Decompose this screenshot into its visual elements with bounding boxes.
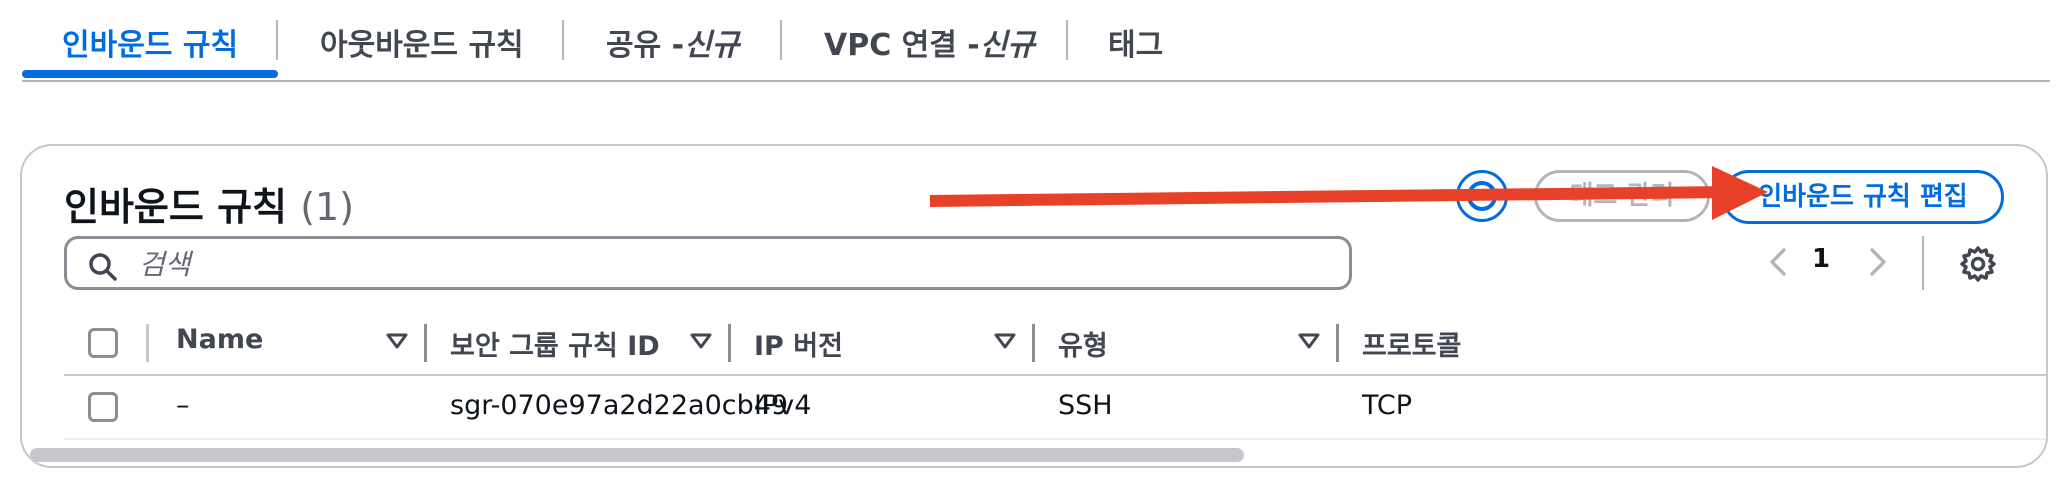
gear-icon[interactable] — [1958, 244, 1998, 284]
tab-divider — [780, 20, 782, 60]
cell-name: – — [176, 390, 190, 421]
column-resizer[interactable] — [424, 324, 427, 362]
tab-divider — [276, 20, 278, 60]
column-header-rule-id[interactable]: 보안 그룹 규칙 ID — [450, 324, 660, 363]
active-tab-indicator — [22, 70, 278, 78]
column-resizer[interactable] — [1032, 324, 1035, 362]
cell-rule-id: sgr-070e97a2d22a0cb49 — [450, 390, 789, 421]
select-all-checkbox[interactable] — [88, 328, 118, 358]
tab-vpc-association[interactable]: VPC 연결 -신규 — [824, 20, 1035, 64]
tab-inbound-rules[interactable]: 인바운드 규칙 — [62, 20, 238, 64]
rule-count: (1) — [300, 185, 355, 229]
panel-title: 인바운드 규칙 (1) — [64, 176, 354, 231]
column-divider — [146, 324, 149, 362]
tab-vpc-label: VPC 연결 - — [824, 28, 980, 63]
tab-tags[interactable]: 태그 — [1108, 20, 1163, 64]
cell-type: SSH — [1058, 390, 1113, 421]
cell-ip-version: IPv4 — [754, 390, 812, 421]
tab-sharing[interactable]: 공유 -신규 — [606, 20, 739, 64]
row-select-checkbox[interactable] — [88, 392, 118, 422]
column-header-protocol[interactable]: 프로토콜 — [1362, 324, 1461, 363]
refresh-button[interactable] — [1456, 170, 1508, 222]
column-resizer[interactable] — [1336, 324, 1339, 362]
search-icon — [89, 253, 117, 281]
column-resizer[interactable] — [728, 324, 731, 362]
panel-title-text: 인바운드 규칙 — [64, 185, 287, 229]
search-input[interactable] — [137, 243, 1321, 285]
edit-inbound-rules-button[interactable]: 인바운드 규칙 편집 — [1722, 170, 2004, 224]
sort-down-icon[interactable] — [994, 332, 1016, 350]
new-label: 신규 — [979, 28, 1035, 63]
tab-bar: 인바운드 규칙 아웃바운드 규칙 공유 -신규 VPC 연결 -신규 태그 — [22, 0, 2050, 82]
cell-protocol: TCP — [1362, 390, 1413, 421]
new-label: 신규 — [684, 28, 740, 63]
sort-down-icon[interactable] — [386, 332, 408, 350]
sort-down-icon[interactable] — [1298, 332, 1320, 350]
table-header: Name 보안 그룹 규칙 ID IP 버전 유형 프로토콜 — [64, 312, 2046, 376]
inbound-rules-panel: 인바운드 규칙 (1) 태그 관리 인바운드 규칙 편집 1 Name 보안 그… — [20, 144, 2048, 468]
refresh-icon — [1467, 181, 1497, 211]
previous-page-icon[interactable] — [1764, 242, 1794, 282]
scrollbar-thumb[interactable] — [30, 448, 1244, 462]
search-field[interactable] — [64, 236, 1352, 290]
sort-down-icon[interactable] — [690, 332, 712, 350]
manage-tags-button[interactable]: 태그 관리 — [1534, 170, 1710, 222]
column-header-name[interactable]: Name — [176, 324, 263, 355]
next-page-icon[interactable] — [1862, 242, 1892, 282]
pagination-divider — [1922, 236, 1924, 290]
current-page-number[interactable]: 1 — [1812, 244, 1830, 274]
column-header-ip-version[interactable]: IP 버전 — [754, 324, 843, 363]
tab-divider — [1066, 20, 1068, 60]
tab-sharing-label: 공유 - — [606, 28, 685, 63]
column-header-type[interactable]: 유형 — [1058, 324, 1108, 363]
table-row: – sgr-070e97a2d22a0cb49 IPv4 SSH TCP — [64, 376, 2046, 440]
horizontal-scrollbar[interactable] — [22, 446, 2046, 466]
tab-divider — [562, 20, 564, 60]
tab-outbound-rules[interactable]: 아웃바운드 규칙 — [320, 20, 524, 64]
